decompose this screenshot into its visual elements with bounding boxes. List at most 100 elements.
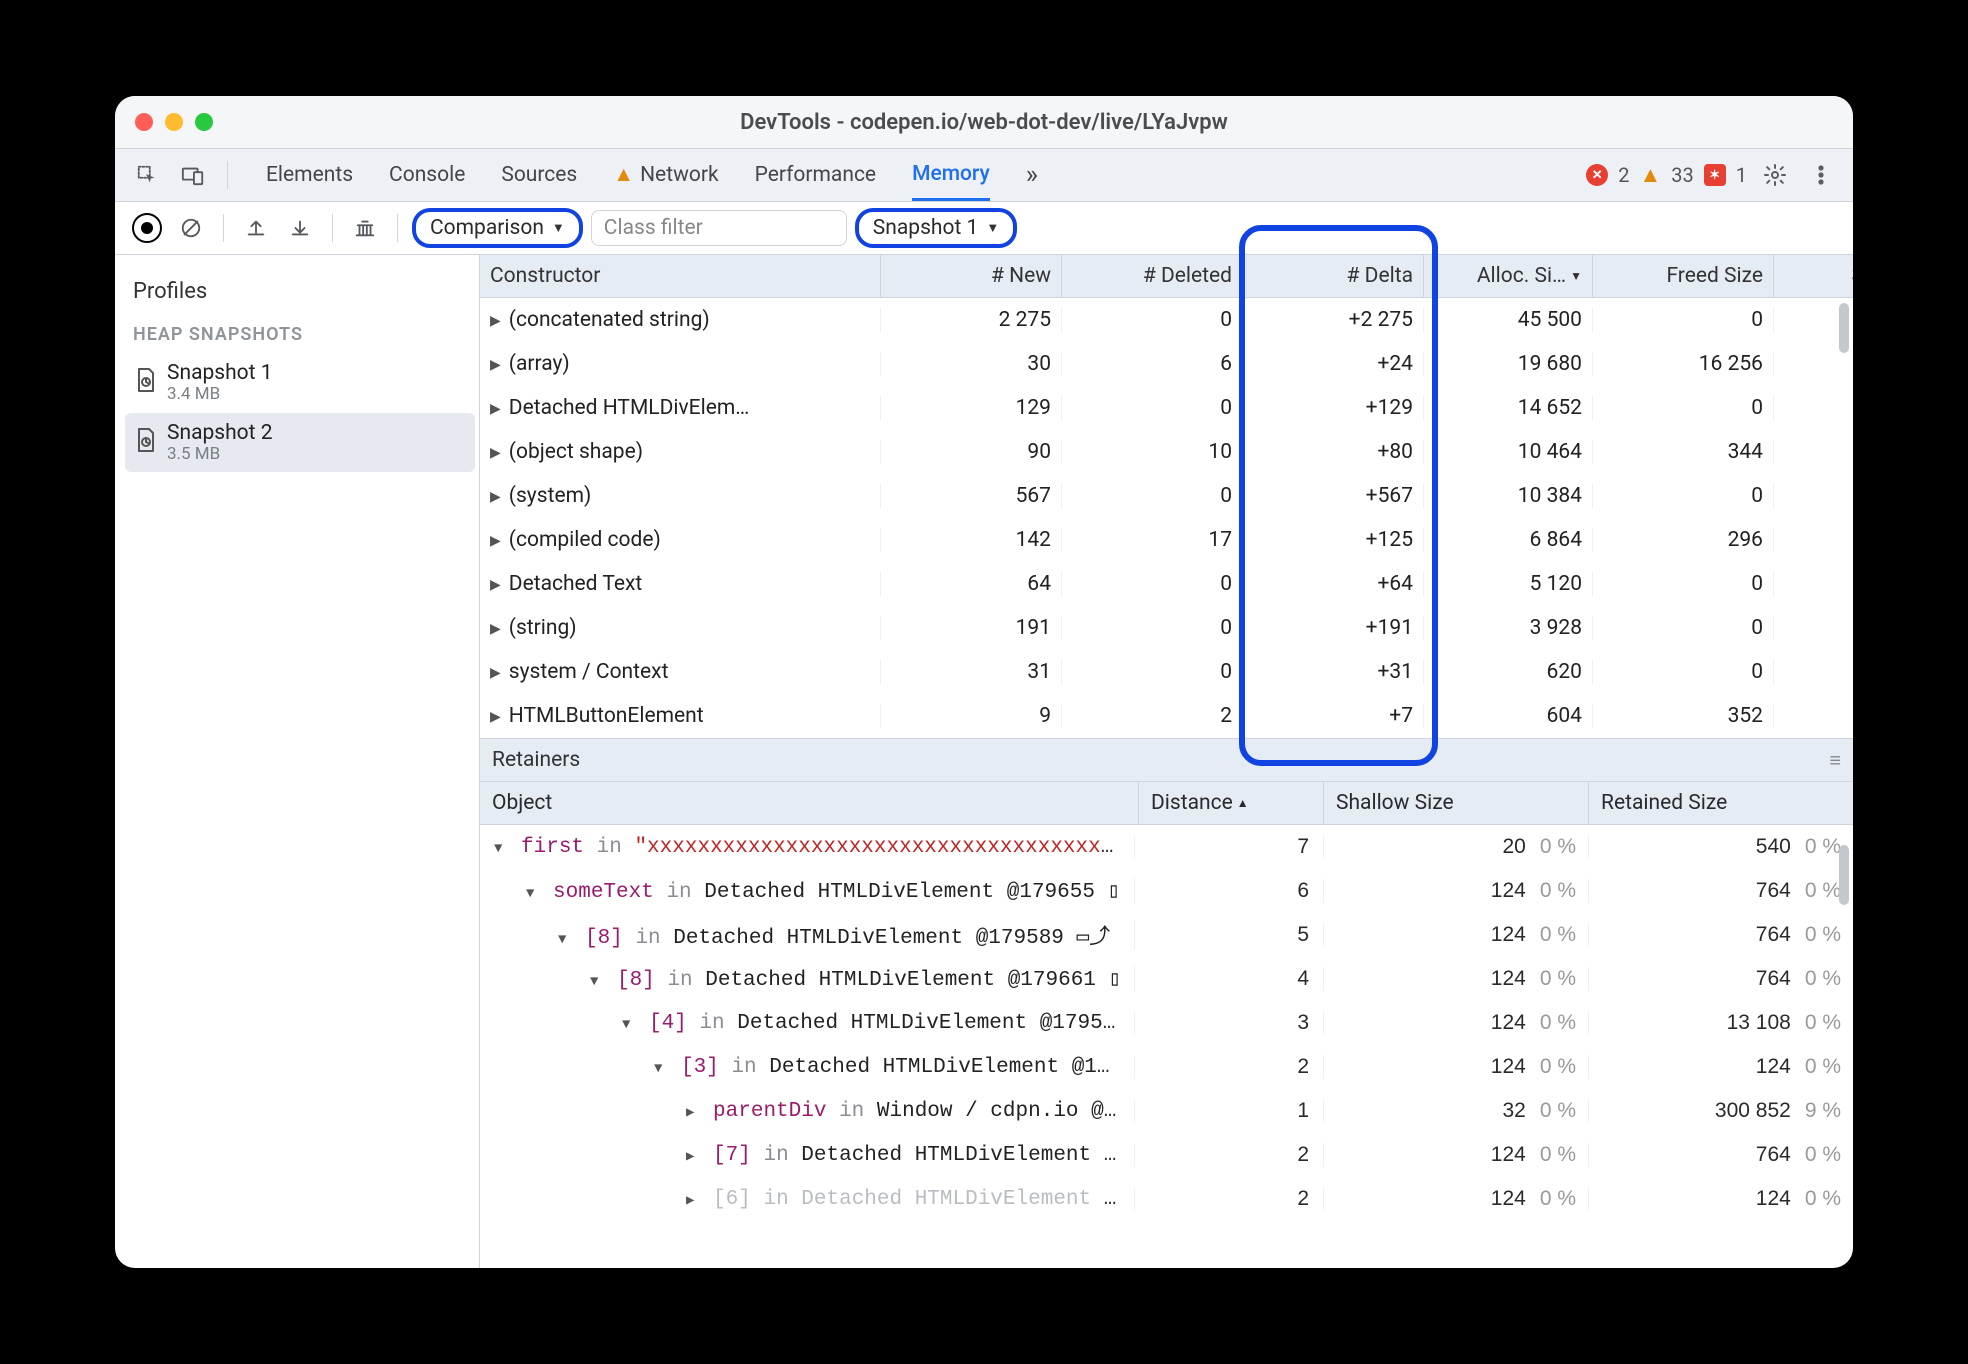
retained-pct: 0 %: [1805, 1143, 1841, 1167]
tab-performance[interactable]: Performance: [755, 151, 876, 199]
traffic-lights[interactable]: [135, 113, 213, 131]
retainer-distance: 7: [1135, 835, 1324, 859]
comparison-grid[interactable]: ▶(concatenated string) 2 275 0 +2 275 45…: [480, 298, 1853, 738]
table-row[interactable]: ▶(object shape) 90 10 +80 10 464 344 +10…: [480, 430, 1853, 474]
disclosure-icon[interactable]: ▶: [686, 1105, 694, 1121]
disclosure-icon[interactable]: ▶: [686, 1193, 694, 1209]
retainer-row[interactable]: ▼ first in "xxxxxxxxxxxxxxxxxxxxxxxxxxxx…: [480, 825, 1853, 869]
save-icon[interactable]: [282, 210, 318, 246]
table-row[interactable]: ▶(system) 567 0 +567 10 384 0 +10 384: [480, 474, 1853, 518]
disclosure-icon[interactable]: ▼: [526, 886, 534, 902]
retainer-row[interactable]: ▶ [7] in Detached HTMLDivElement @1 2 12…: [480, 1133, 1853, 1177]
warning-count: 33: [1671, 163, 1693, 187]
retainer-row[interactable]: ▶ parentDiv in Window / cdpn.io @11 1 32…: [480, 1089, 1853, 1133]
retainer-row[interactable]: ▼ [4] in Detached HTMLDivElement @179593…: [480, 1001, 1853, 1045]
disclosure-icon[interactable]: ▶: [490, 533, 501, 549]
zoom-button[interactable]: [195, 113, 213, 131]
message-count: 1: [1736, 163, 1747, 187]
more-menu-icon[interactable]: [1803, 157, 1839, 193]
table-row[interactable]: ▶(array) 30 6 +24 19 680 16 256 +3 424: [480, 342, 1853, 386]
settings-icon[interactable]: [1757, 157, 1793, 193]
inspect-icon[interactable]: [129, 157, 165, 193]
col-size-delta[interactable]: Size Delta: [1774, 255, 1853, 297]
retainers-menu-icon[interactable]: ≡: [1829, 748, 1841, 773]
retainer-target: Detached HTMLDivElement @179589 ▭⤴: [673, 927, 1110, 950]
retained-size: 764: [1756, 967, 1791, 991]
class-filter-input[interactable]: Class filter: [591, 210, 847, 246]
disclosure-icon[interactable]: ▼: [590, 974, 598, 990]
table-row[interactable]: ▶HTMLButtonElement 9 2 +7 604 352 +252: [480, 694, 1853, 738]
tabs-overflow[interactable]: »: [1026, 148, 1036, 202]
shallow-size: 124: [1491, 1011, 1526, 1035]
constructor-name: Detached Text: [509, 572, 643, 596]
col-object[interactable]: Object: [480, 782, 1139, 824]
table-row[interactable]: ▶Detached Text 64 0 +64 5 120 0 +5 120: [480, 562, 1853, 606]
disclosure-icon[interactable]: ▶: [490, 621, 501, 637]
disclosure-icon[interactable]: ▶: [490, 445, 501, 461]
device-toggle-icon[interactable]: [175, 157, 211, 193]
col-retained[interactable]: Retained Size: [1589, 782, 1853, 824]
close-button[interactable]: [135, 113, 153, 131]
col-constructor[interactable]: Constructor: [480, 255, 881, 297]
disclosure-icon[interactable]: ▶: [490, 665, 501, 681]
col-deleted[interactable]: # Deleted: [1062, 255, 1243, 297]
retainer-row[interactable]: ▼ [8] in Detached HTMLDivElement @179661…: [480, 957, 1853, 1001]
retainer-row[interactable]: ▼ someText in Detached HTMLDivElement @1…: [480, 869, 1853, 913]
table-row[interactable]: ▶Detached HTMLDivElem… 129 0 +129 14 652…: [480, 386, 1853, 430]
tab-network[interactable]: ▲Network: [613, 151, 718, 199]
disclosure-icon[interactable]: ▼: [558, 932, 566, 948]
tab-memory[interactable]: Memory: [912, 150, 990, 201]
snapshot-item[interactable]: Snapshot 23.5 MB: [125, 413, 475, 473]
view-selector[interactable]: Comparison▼: [412, 208, 583, 248]
disclosure-icon[interactable]: ▼: [494, 841, 502, 857]
col-alloc-size[interactable]: Alloc. Si…: [1424, 255, 1593, 297]
retainer-target: Detached HTMLDivElement @1795: [769, 1056, 1134, 1079]
disclosure-icon[interactable]: ▶: [490, 401, 501, 417]
retainer-row[interactable]: ▼ [3] in Detached HTMLDivElement @1795 2…: [480, 1045, 1853, 1089]
retained-size: 764: [1756, 1143, 1791, 1167]
retainer-row[interactable]: ▶ [6] in Detached HTMLDivElement @1 2 12…: [480, 1177, 1853, 1221]
view-label: Comparison: [430, 216, 544, 240]
col-distance[interactable]: Distance: [1139, 782, 1324, 824]
tab-elements[interactable]: Elements: [266, 151, 353, 199]
memory-toolbar: Comparison▼ Class filter Snapshot 1▼: [115, 202, 1853, 255]
disclosure-icon[interactable]: ▶: [490, 577, 501, 593]
disclosure-icon[interactable]: ▼: [622, 1017, 630, 1033]
retainer-property: [8]: [617, 969, 655, 992]
issue-counters[interactable]: ✕2 ▲33 ✶1: [1586, 162, 1747, 188]
retainers-tree[interactable]: ▼ first in "xxxxxxxxxxxxxxxxxxxxxxxxxxxx…: [480, 825, 1853, 1268]
disclosure-icon[interactable]: ▶: [686, 1149, 694, 1165]
snapshot-item[interactable]: Snapshot 13.4 MB: [125, 353, 475, 413]
col-shallow[interactable]: Shallow Size: [1324, 782, 1589, 824]
clear-button[interactable]: [173, 210, 209, 246]
base-snapshot-selector[interactable]: Snapshot 1▼: [855, 208, 1017, 248]
tab-sources[interactable]: Sources: [501, 151, 577, 199]
load-icon[interactable]: [238, 210, 274, 246]
disclosure-icon[interactable]: ▶: [490, 709, 501, 725]
disclosure-icon[interactable]: ▶: [490, 313, 501, 329]
retainer-distance: 2: [1135, 1143, 1324, 1167]
tab-console[interactable]: Console: [389, 151, 465, 199]
col-freed-size[interactable]: Freed Size: [1593, 255, 1774, 297]
retained-pct: 0 %: [1805, 923, 1841, 947]
col-new[interactable]: # New: [881, 255, 1062, 297]
disclosure-icon[interactable]: ▶: [490, 489, 501, 505]
disclosure-icon[interactable]: ▼: [654, 1061, 662, 1077]
shallow-size: 32: [1502, 1099, 1525, 1123]
retainer-target: Detached HTMLDivElement @179593: [737, 1012, 1128, 1035]
table-row[interactable]: ▶(compiled code) 142 17 +125 6 864 296 +…: [480, 518, 1853, 562]
table-row[interactable]: ▶(concatenated string) 2 275 0 +2 275 45…: [480, 298, 1853, 342]
retainer-distance: 5: [1135, 923, 1324, 947]
retainer-row[interactable]: ▼ [8] in Detached HTMLDivElement @179589…: [480, 913, 1853, 957]
scrollbar-thumb[interactable]: [1839, 845, 1849, 905]
table-row[interactable]: ▶system / Context 31 0 +31 620 0 +620: [480, 650, 1853, 694]
col-delta[interactable]: # Delta: [1243, 255, 1424, 297]
record-button[interactable]: [129, 210, 165, 246]
minimize-button[interactable]: [165, 113, 183, 131]
gc-icon[interactable]: [347, 210, 383, 246]
disclosure-icon[interactable]: ▶: [490, 357, 501, 373]
scrollbar-thumb[interactable]: [1839, 303, 1849, 353]
sidebar-section-label: HEAP SNAPSHOTS: [133, 324, 467, 345]
table-row[interactable]: ▶(string) 191 0 +191 3 928 0 +3 928: [480, 606, 1853, 650]
constructor-name: system / Context: [509, 660, 669, 684]
